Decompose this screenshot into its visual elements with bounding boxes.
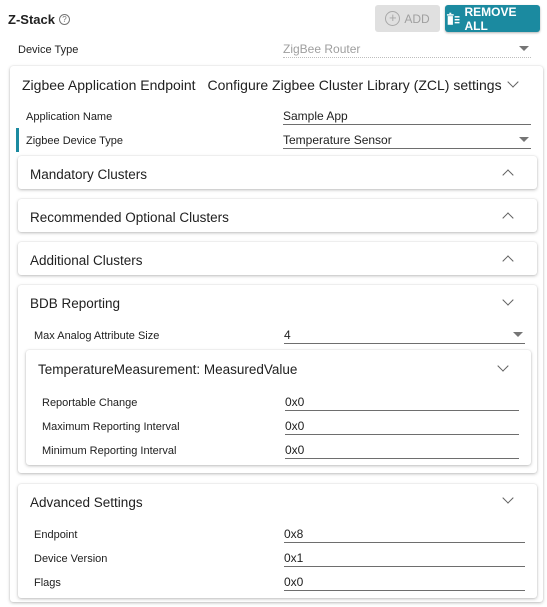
- endpoint-subtitle: Configure Zigbee Cluster Library (ZCL) s…: [207, 77, 502, 93]
- dropdown-caret-icon: [513, 332, 523, 337]
- advanced-toggle[interactable]: [502, 492, 514, 504]
- measurement-toggle[interactable]: [497, 360, 509, 372]
- zigbee-device-type-label: Zigbee Device Type: [26, 135, 124, 147]
- module-title-text: Z-Stack: [8, 12, 55, 27]
- add-button-label: ADD: [404, 11, 430, 26]
- additional-toggle[interactable]: [502, 255, 514, 267]
- help-icon[interactable]: ?: [58, 14, 70, 25]
- device-type-select[interactable]: ZigBee Router: [283, 42, 531, 58]
- max-analog-label: Max Analog Attribute Size: [34, 330, 160, 342]
- module-title: Z-Stack ?: [8, 12, 70, 27]
- recommended-clusters-title: Recommended Optional Clusters: [30, 210, 229, 225]
- device-type-value: ZigBee Router: [283, 42, 361, 56]
- remove-all-label: REMOVE ALL: [464, 4, 517, 33]
- device-version-input[interactable]: 0x1: [284, 551, 525, 567]
- endpoint-title-text: Zigbee Application Endpoint: [22, 77, 196, 93]
- trash-icon: [446, 12, 460, 25]
- flags-input[interactable]: 0x0: [284, 575, 525, 591]
- device-type-label: Device Type: [18, 44, 79, 56]
- zigbee-device-type-select[interactable]: Temperature Sensor: [283, 133, 531, 149]
- recommended-toggle[interactable]: [502, 212, 514, 224]
- bdb-reporting-title: BDB Reporting: [30, 296, 121, 311]
- device-version-label: Device Version: [34, 553, 108, 565]
- chevron-down-icon: [502, 492, 514, 504]
- mandatory-toggle[interactable]: [502, 169, 514, 181]
- zigbee-device-type-value: Temperature Sensor: [283, 133, 392, 147]
- mandatory-clusters-title: Mandatory Clusters: [30, 167, 148, 182]
- endpoint-collapse-toggle[interactable]: [507, 76, 519, 88]
- max-analog-value: 4: [284, 328, 291, 342]
- endpoint-label: Endpoint: [34, 529, 78, 541]
- dropdown-caret-icon: [519, 137, 529, 142]
- min-interval-input[interactable]: 0x0: [285, 443, 519, 459]
- application-name-label: Application Name: [26, 111, 113, 123]
- application-name-input[interactable]: Sample App: [283, 109, 531, 125]
- flags-label: Flags: [34, 577, 61, 589]
- chevron-down-icon: [502, 294, 514, 306]
- min-interval-label: Minimum Reporting Interval: [42, 445, 177, 457]
- max-interval-input[interactable]: 0x0: [285, 419, 519, 435]
- endpoint-title: Zigbee Application Endpoint Configure Zi…: [22, 77, 502, 93]
- endpoint-input[interactable]: 0x8: [284, 527, 525, 543]
- chevron-up-icon: [502, 212, 514, 224]
- additional-clusters-title: Additional Clusters: [30, 253, 143, 268]
- bdb-toggle[interactable]: [502, 294, 514, 306]
- advanced-settings-title: Advanced Settings: [30, 495, 143, 510]
- measurement-title: TemperatureMeasurement: MeasuredValue: [38, 362, 298, 377]
- max-interval-label: Maximum Reporting Interval: [42, 421, 180, 433]
- max-analog-select[interactable]: 4: [284, 328, 525, 344]
- chevron-down-icon: [507, 76, 519, 88]
- dropdown-caret-icon: [519, 46, 529, 51]
- add-button[interactable]: + ADD: [375, 5, 440, 32]
- reportable-change-input[interactable]: 0x0: [285, 395, 519, 411]
- reportable-change-label: Reportable Change: [42, 397, 138, 409]
- selected-row-marker: [16, 128, 19, 152]
- chevron-up-icon: [502, 255, 514, 267]
- plus-circle-icon: +: [385, 11, 401, 26]
- remove-all-button[interactable]: REMOVE ALL: [445, 4, 540, 33]
- chevron-up-icon: [502, 169, 514, 181]
- chevron-down-icon: [497, 360, 509, 372]
